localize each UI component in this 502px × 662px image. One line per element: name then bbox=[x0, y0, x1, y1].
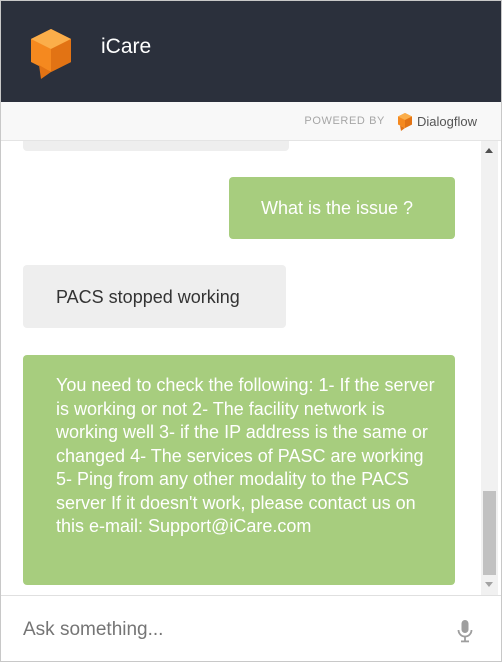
message-list: What is the issue ? PACS stopped working… bbox=[1, 141, 481, 595]
dialogflow-logo-icon bbox=[398, 113, 412, 131]
scroll-down-arrow-icon[interactable] bbox=[485, 582, 493, 587]
app-logo-icon bbox=[31, 29, 71, 79]
powered-by-label: POWERED BY bbox=[304, 115, 385, 127]
chat-widget: iCare POWERED BY Dialogflow What is the … bbox=[0, 0, 502, 662]
chat-scrollbar[interactable] bbox=[481, 141, 498, 595]
bot-message: PACS stopped working bbox=[23, 265, 286, 328]
scroll-up-arrow-icon[interactable] bbox=[485, 148, 493, 153]
powered-by-bar: POWERED BY Dialogflow bbox=[1, 102, 501, 141]
previous-bot-bubble bbox=[23, 141, 289, 151]
message-input[interactable] bbox=[21, 610, 443, 650]
app-title: iCare bbox=[101, 35, 152, 58]
chat-header: iCare bbox=[1, 1, 501, 102]
microphone-icon[interactable] bbox=[455, 619, 475, 643]
input-bar bbox=[1, 595, 501, 661]
user-message: You need to check the following: 1- If t… bbox=[23, 355, 455, 585]
scrollbar-thumb[interactable] bbox=[483, 491, 496, 575]
dialogflow-brand-label: Dialogflow bbox=[417, 114, 477, 129]
user-message: What is the issue ? bbox=[229, 177, 455, 239]
